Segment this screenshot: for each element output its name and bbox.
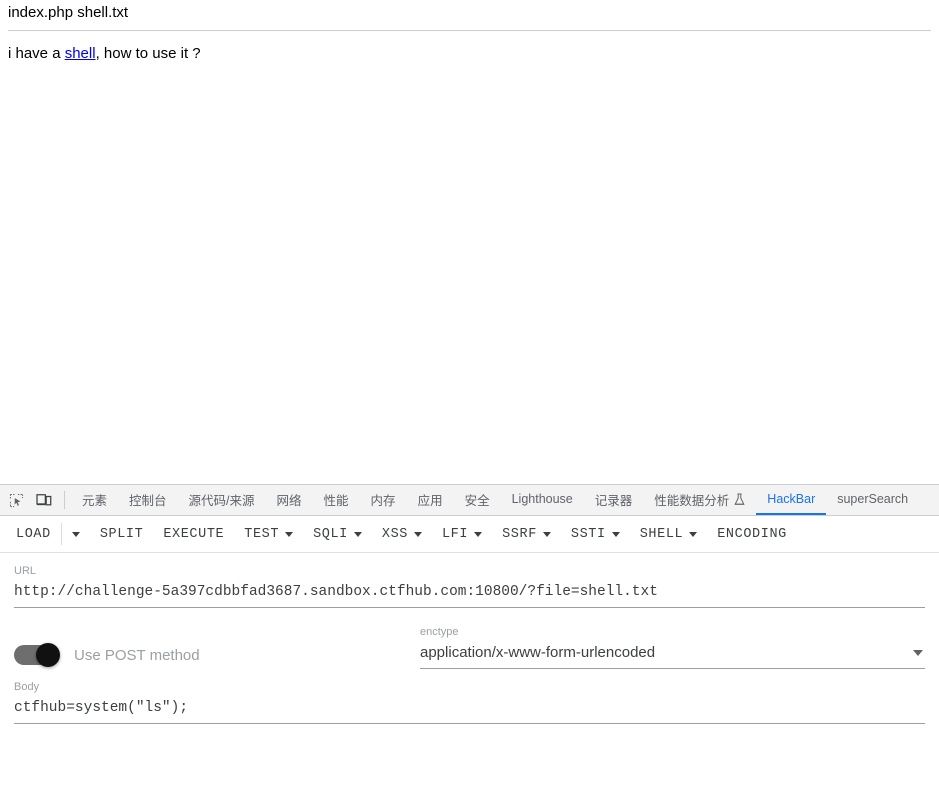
encoding-menu-button[interactable]: ENCODING bbox=[707, 519, 797, 549]
load-button[interactable]: LOAD bbox=[6, 519, 61, 549]
shell-link[interactable]: shell bbox=[65, 45, 96, 62]
execute-button[interactable]: EXECUTE bbox=[153, 519, 234, 549]
webpage-viewport: index.php shell.txt i have a shell, how … bbox=[0, 0, 939, 484]
tab-label: 网络 bbox=[276, 493, 302, 508]
page-paragraph: i have a shell, how to use it ? bbox=[0, 31, 939, 63]
chevron-down-icon bbox=[353, 531, 362, 537]
lfi-menu-button[interactable]: LFI bbox=[432, 519, 492, 549]
enctype-field-block: enctype application/x-www-form-urlencode… bbox=[420, 626, 925, 669]
tab-application[interactable]: 应用 bbox=[407, 485, 454, 515]
button-label: SQLI bbox=[313, 526, 348, 542]
tab-performance[interactable]: 性能 bbox=[313, 485, 360, 515]
chevron-down-icon bbox=[71, 531, 80, 537]
button-label: SPLIT bbox=[99, 526, 144, 542]
xss-menu-button[interactable]: XSS bbox=[372, 519, 432, 549]
body-field-label: Body bbox=[14, 681, 40, 693]
button-label: LFI bbox=[441, 526, 469, 542]
tab-hackbar[interactable]: HackBar bbox=[756, 485, 827, 515]
button-label: SSRF bbox=[502, 526, 537, 542]
tab-supersearch[interactable]: superSearch bbox=[826, 485, 919, 515]
url-field-block: URL http://challenge-5a397cdbbfad3687.sa… bbox=[0, 553, 939, 608]
button-label: LOAD bbox=[16, 526, 51, 542]
tab-label: 应用 bbox=[417, 493, 443, 508]
load-dropdown-button[interactable] bbox=[62, 519, 90, 549]
tab-label: HackBar bbox=[767, 492, 816, 506]
shell-menu-button[interactable]: SHELL bbox=[630, 519, 708, 549]
post-toggle-group: Use POST method bbox=[14, 643, 420, 669]
ssti-menu-button[interactable]: SSTI bbox=[561, 519, 630, 549]
tab-network[interactable]: 网络 bbox=[266, 485, 313, 515]
url-input[interactable]: http://challenge-5a397cdbbfad3687.sandbo… bbox=[14, 581, 925, 608]
button-label: EXECUTE bbox=[163, 526, 225, 542]
body-field-block: Body ctfhub=system("ls"); bbox=[0, 669, 939, 724]
tab-label: 内存 bbox=[370, 493, 396, 508]
chevron-down-icon bbox=[689, 531, 698, 537]
button-label: XSS bbox=[381, 526, 408, 542]
tab-memory[interactable]: 内存 bbox=[360, 485, 407, 515]
tab-label: 元素 bbox=[82, 493, 108, 508]
chevron-down-icon bbox=[285, 531, 294, 537]
button-label: ENCODING bbox=[717, 526, 787, 542]
device-toolbar-icon[interactable] bbox=[30, 485, 58, 515]
chevron-down-icon bbox=[542, 531, 551, 537]
toggle-knob bbox=[36, 643, 60, 667]
button-label: SHELL bbox=[639, 526, 684, 542]
tab-label: superSearch bbox=[837, 492, 909, 506]
inspect-element-icon[interactable] bbox=[2, 485, 30, 515]
use-post-method-toggle[interactable] bbox=[14, 643, 60, 667]
split-button[interactable]: SPLIT bbox=[90, 519, 154, 549]
tab-performance-insights[interactable]: 性能数据分析 bbox=[643, 485, 756, 515]
test-menu-button[interactable]: TEST bbox=[234, 519, 303, 549]
enctype-field-label: enctype bbox=[420, 626, 459, 638]
enctype-select[interactable]: application/x-www-form-urlencoded bbox=[420, 642, 925, 669]
directory-listing-text: index.php shell.txt bbox=[8, 4, 129, 21]
devtools-panel: 元素 控制台 源代码/来源 网络 性能 内存 应用 安全 Lighthouse … bbox=[0, 484, 939, 804]
tab-label: 性能数据分析 bbox=[654, 493, 730, 508]
button-label: TEST bbox=[244, 526, 280, 542]
chevron-down-icon bbox=[611, 531, 620, 537]
chevron-down-icon bbox=[913, 650, 923, 656]
hackbar-form: URL http://challenge-5a397cdbbfad3687.sa… bbox=[0, 553, 939, 804]
chevron-down-icon bbox=[474, 531, 483, 537]
hackbar-toolbar: LOAD SPLIT EXECUTE TEST SQLI XSS LFI SSR… bbox=[0, 516, 939, 553]
tab-sources[interactable]: 源代码/来源 bbox=[178, 485, 266, 515]
devtools-tabbar: 元素 控制台 源代码/来源 网络 性能 内存 应用 安全 Lighthouse … bbox=[0, 485, 939, 516]
tab-label: 安全 bbox=[464, 493, 490, 508]
paragraph-text-after: , how to use it ? bbox=[95, 45, 201, 62]
tab-console[interactable]: 控制台 bbox=[118, 485, 178, 515]
body-input[interactable]: ctfhub=system("ls"); bbox=[14, 697, 925, 724]
post-method-row: Use POST method enctype application/x-ww… bbox=[0, 608, 939, 669]
ssrf-menu-button[interactable]: SSRF bbox=[492, 519, 561, 549]
tab-security[interactable]: 安全 bbox=[454, 485, 501, 515]
enctype-selected-value: application/x-www-form-urlencoded bbox=[420, 644, 656, 661]
use-post-method-label: Use POST method bbox=[74, 646, 200, 664]
tab-recorder[interactable]: 记录器 bbox=[584, 485, 644, 515]
chevron-down-icon bbox=[413, 531, 422, 537]
toolbar-separator bbox=[64, 491, 65, 509]
tab-label: 控制台 bbox=[129, 493, 167, 508]
tab-elements[interactable]: 元素 bbox=[71, 485, 118, 515]
sqli-menu-button[interactable]: SQLI bbox=[303, 519, 372, 549]
tab-lighthouse[interactable]: Lighthouse bbox=[501, 485, 584, 515]
tab-label: 性能 bbox=[323, 493, 349, 508]
tab-label: 记录器 bbox=[594, 493, 633, 508]
tab-label: 源代码/来源 bbox=[188, 493, 255, 508]
url-field-label: URL bbox=[14, 565, 37, 577]
tab-label: Lighthouse bbox=[511, 492, 573, 506]
paragraph-text-before: i have a bbox=[8, 45, 65, 62]
flask-icon bbox=[734, 493, 745, 506]
button-label: SSTI bbox=[570, 526, 606, 542]
